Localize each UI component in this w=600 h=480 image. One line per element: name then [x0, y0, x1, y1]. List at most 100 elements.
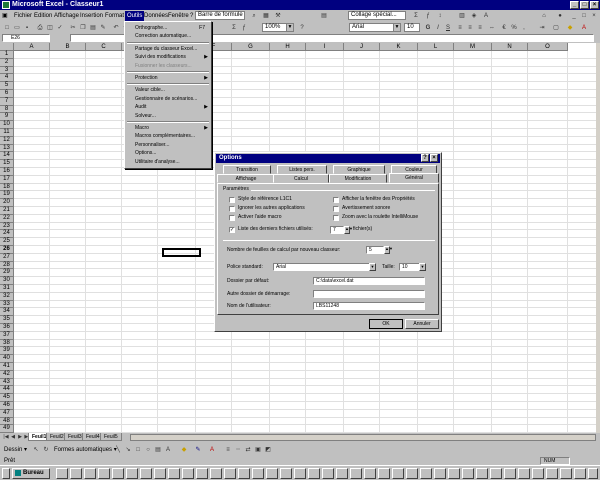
- task-icon-26[interactable]: [406, 468, 418, 479]
- align-left-icon[interactable]: ≡: [456, 24, 464, 32]
- text-icon[interactable]: A: [482, 12, 490, 20]
- row-header[interactable]: 40: [0, 355, 14, 363]
- ok-button[interactable]: OK: [369, 319, 403, 329]
- row-header[interactable]: 32: [0, 292, 14, 301]
- task-icon-8[interactable]: [154, 468, 166, 479]
- 3d-icon[interactable]: ◩: [264, 446, 272, 454]
- spelling-icon[interactable]: ✓: [56, 24, 64, 32]
- sigma-icon[interactable]: Σ: [412, 12, 420, 20]
- arrow-icon[interactable]: ↘: [124, 446, 132, 454]
- select-all-corner[interactable]: [0, 43, 14, 51]
- fill-color-icon[interactable]: ◆: [566, 24, 574, 32]
- row-header[interactable]: 13: [0, 144, 14, 153]
- row-header[interactable]: 1: [0, 51, 14, 59]
- row-header[interactable]: 8: [0, 105, 14, 114]
- row-header[interactable]: 17: [0, 175, 14, 184]
- column-header[interactable]: L: [418, 43, 454, 51]
- task-icon-20[interactable]: [322, 468, 334, 479]
- task-icon-15[interactable]: [252, 468, 264, 479]
- row-header[interactable]: 47: [0, 409, 14, 418]
- tab-affichage[interactable]: Affichage: [217, 174, 275, 183]
- recent-files-spinner[interactable]: ▲▼: [344, 226, 353, 234]
- task-icon-4[interactable]: [98, 468, 110, 479]
- standard-font-select[interactable]: Arial: [273, 263, 375, 271]
- vertical-scrollbar[interactable]: [596, 43, 600, 433]
- tab-listes-pers[interactable]: Listes pers.: [277, 165, 327, 174]
- check-properties[interactable]: [333, 197, 339, 203]
- chart-icon[interactable]: ▥: [458, 12, 466, 20]
- row-header[interactable]: 38: [0, 339, 14, 348]
- task-icon-28[interactable]: [434, 468, 446, 479]
- menu-item-14[interactable]: Macro ▶: [125, 124, 211, 132]
- task-icon-14[interactable]: [238, 468, 250, 479]
- row-header[interactable]: 46: [0, 402, 14, 410]
- menu-affichage[interactable]: Affichage: [52, 11, 81, 21]
- menu-item-1[interactable]: Correction automatique...: [125, 32, 211, 40]
- grid-icon[interactable]: ▦: [262, 12, 270, 20]
- autoshapes-menu[interactable]: Formes automatiques ▾: [54, 446, 117, 453]
- copy-icon[interactable]: ❐: [79, 24, 87, 32]
- sheet-tab-5[interactable]: Feuil5: [100, 433, 122, 441]
- row-header[interactable]: 23: [0, 222, 14, 231]
- merge-icon[interactable]: ⇔: [488, 24, 496, 32]
- row-header[interactable]: 2: [0, 58, 14, 67]
- menu-fenetre[interactable]: Fenêtre: [166, 11, 191, 21]
- task-icon-1[interactable]: [56, 468, 68, 479]
- row-header[interactable]: 25: [0, 238, 14, 246]
- tab-transition[interactable]: Transition: [223, 165, 271, 174]
- row-header[interactable]: 33: [0, 300, 14, 309]
- menu-item-15[interactable]: Macros complémentaires...: [125, 132, 211, 140]
- task-icon-2[interactable]: [70, 468, 82, 479]
- check-intellimouse[interactable]: [333, 215, 339, 221]
- close-button[interactable]: ×: [590, 1, 599, 9]
- indent-icon[interactable]: ⇥: [538, 24, 546, 32]
- task-icon-18[interactable]: [294, 468, 306, 479]
- task-icon-36[interactable]: [546, 468, 558, 479]
- undo-icon[interactable]: ↶: [112, 24, 120, 32]
- minimize-button[interactable]: _: [570, 1, 579, 9]
- task-icon-3[interactable]: [84, 468, 96, 479]
- column-header[interactable]: H: [270, 43, 306, 51]
- task-icon-34[interactable]: [518, 468, 530, 479]
- ellipse-icon[interactable]: ○: [144, 446, 152, 454]
- row-header[interactable]: 22: [0, 214, 14, 223]
- task-icon-10[interactable]: [182, 468, 194, 479]
- menu-insertion[interactable]: Insertion: [78, 11, 105, 21]
- task-icon-38[interactable]: [574, 468, 586, 479]
- row-header[interactable]: 6: [0, 90, 14, 98]
- row-header[interactable]: 29: [0, 269, 14, 278]
- row-header[interactable]: 16: [0, 168, 14, 176]
- menu-item-16[interactable]: Personnaliser...: [125, 141, 211, 149]
- row-header[interactable]: 26: [0, 246, 14, 254]
- menu-item-9[interactable]: Valeur cible...: [125, 86, 211, 94]
- task-icon-23[interactable]: [364, 468, 376, 479]
- select-arrow-icon[interactable]: ↖: [32, 446, 40, 454]
- map-icon[interactable]: ◈: [470, 12, 478, 20]
- task-icon-31[interactable]: [476, 468, 488, 479]
- alt-start-input[interactable]: [313, 290, 425, 298]
- row-header[interactable]: 49: [0, 425, 14, 433]
- row-header[interactable]: 10: [0, 121, 14, 129]
- tab-modification[interactable]: Modification: [329, 174, 387, 183]
- start-button[interactable]: [2, 468, 10, 479]
- check-macro-help[interactable]: [229, 215, 235, 221]
- task-icon-6[interactable]: [126, 468, 138, 479]
- task-icon-19[interactable]: [308, 468, 320, 479]
- column-header[interactable]: M: [454, 43, 492, 51]
- check-sound[interactable]: [333, 206, 339, 212]
- column-header[interactable]: J: [344, 43, 380, 51]
- align-right-icon[interactable]: ≡: [476, 24, 484, 32]
- task-icon-29[interactable]: [448, 468, 460, 479]
- row-header[interactable]: 4: [0, 74, 14, 83]
- row-header[interactable]: 31: [0, 285, 14, 293]
- column-header[interactable]: C: [86, 43, 122, 51]
- row-header[interactable]: 48: [0, 417, 14, 426]
- task-icon-35[interactable]: [532, 468, 544, 479]
- paste-icon-2[interactable]: ▤: [89, 24, 97, 32]
- column-header[interactable]: A: [14, 43, 50, 51]
- window-restore-icon[interactable]: □: [580, 12, 588, 20]
- rectangle-icon[interactable]: □: [134, 446, 142, 454]
- sort-icon[interactable]: ↕: [436, 12, 444, 20]
- column-header[interactable]: K: [380, 43, 418, 51]
- column-header[interactable]: B: [50, 43, 86, 51]
